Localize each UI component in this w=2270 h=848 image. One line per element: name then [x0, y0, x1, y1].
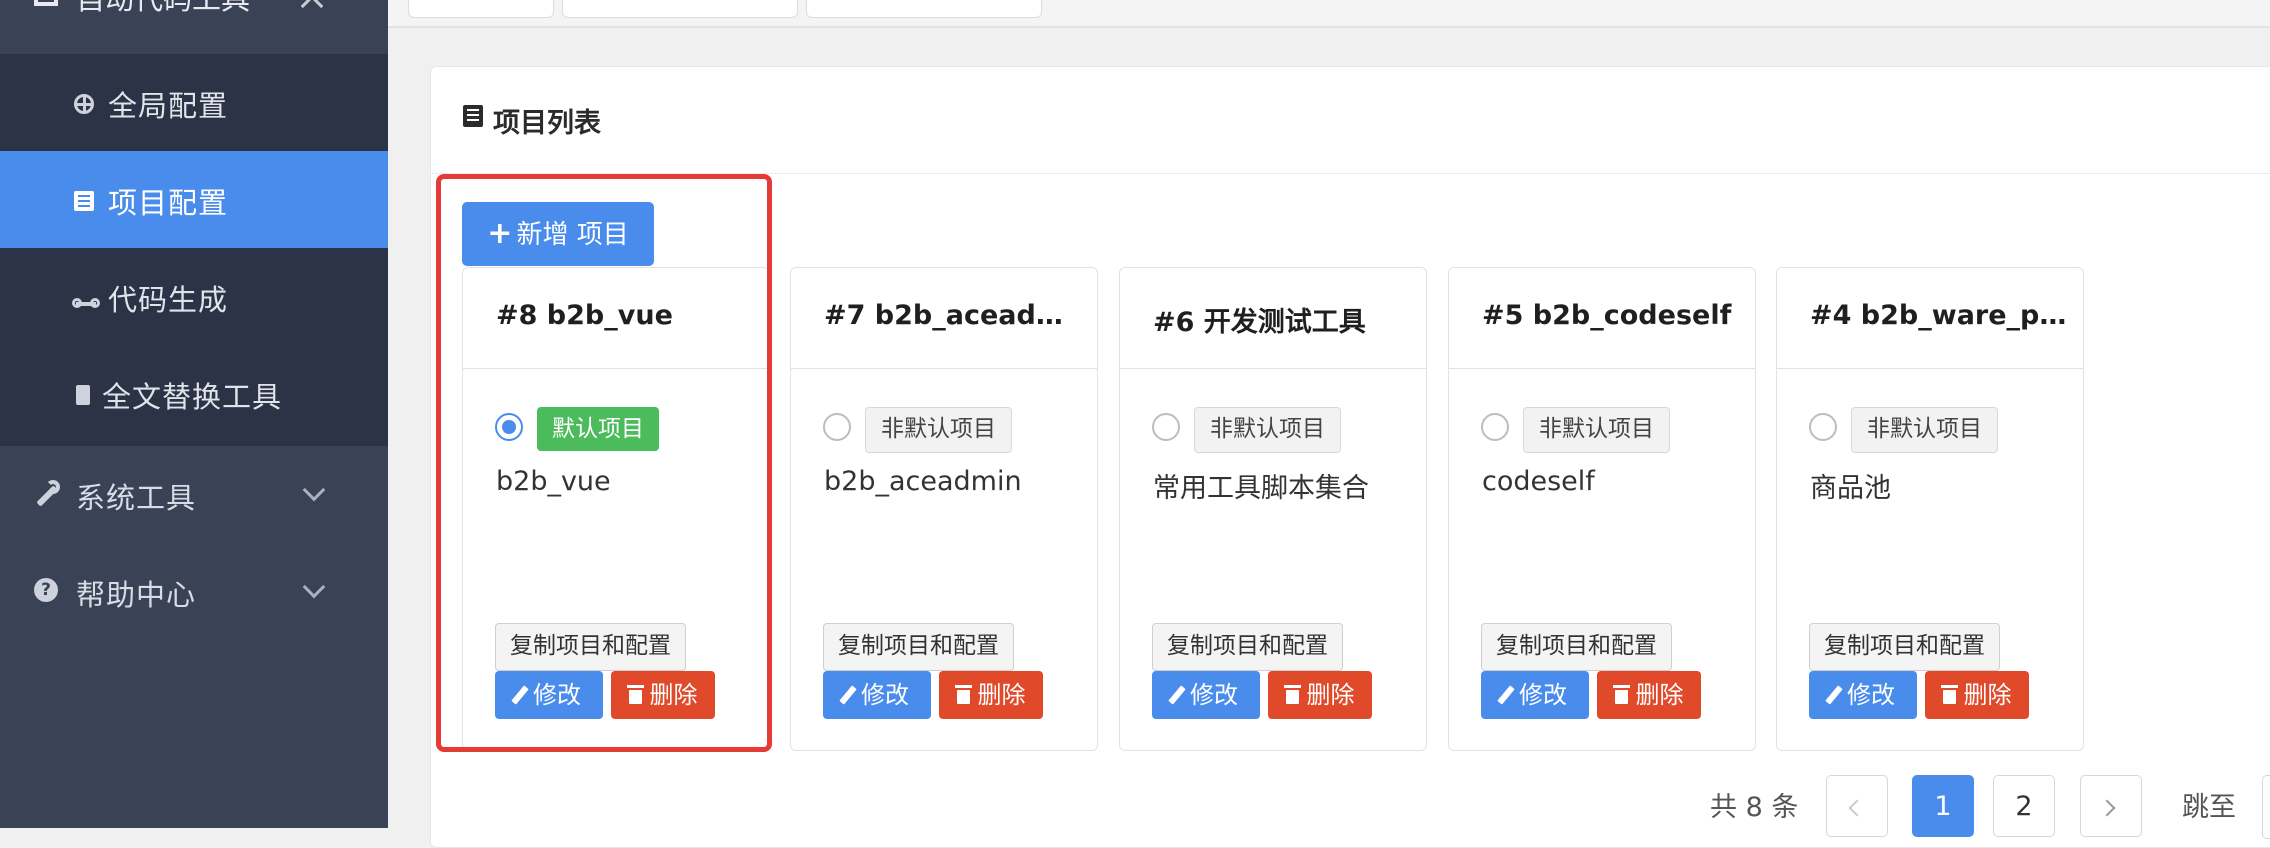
status-badge: 非默认项目 [1851, 407, 1998, 453]
trash-icon [954, 685, 972, 704]
default-project-radio[interactable] [1809, 413, 1837, 441]
project-card: #4 b2b_ware_pool 非默认项目 商品池 复制项目和配置 修改 删除 [1776, 267, 2084, 751]
delete-label: 删除 [1963, 681, 2012, 709]
card-header: #4 b2b_ware_pool [1777, 268, 2083, 369]
trash-icon [1940, 685, 1958, 704]
project-description: 常用工具脚本集合 [1153, 473, 1369, 504]
status-badge: 非默认项目 [1194, 407, 1341, 453]
project-card: #6 开发测试工具 非默认项目 常用工具脚本集合 复制项目和配置 修改 删除 [1119, 267, 1427, 751]
edit-button[interactable]: 修改 [1481, 671, 1589, 719]
delete-button[interactable]: 删除 [939, 671, 1043, 719]
toolbar-button[interactable] [806, 0, 1042, 18]
status-badge: 非默认项目 [1523, 407, 1670, 453]
project-description: b2b_aceadmin [824, 466, 1022, 497]
highlight-box [436, 174, 772, 752]
toolbar-button[interactable] [562, 0, 798, 18]
pencil-icon [1168, 685, 1186, 705]
copy-project-button[interactable]: 复制项目和配置 [1152, 623, 1343, 671]
delete-button[interactable]: 删除 [1597, 671, 1701, 719]
project-description: 商品池 [1810, 473, 1891, 504]
project-title: #7 b2b_aceadmin [824, 300, 1084, 331]
sidebar-group-label: 自动代码工具 [76, 0, 250, 18]
edit-button[interactable]: 修改 [1152, 671, 1260, 719]
panel-header: 项目列表 [431, 67, 2270, 174]
sidebar-item-global-config[interactable]: 全局配置 [0, 54, 388, 151]
sidebar-item-replace-tool[interactable]: 全文替换工具 [0, 345, 388, 442]
monitor-icon [34, 0, 58, 6]
delete-label: 删除 [1306, 681, 1355, 709]
sidebar-item-code-gen[interactable]: 代码生成 [0, 248, 388, 345]
project-card: #5 b2b_codeself 非默认项目 codeself 复制项目和配置 修… [1448, 267, 1756, 751]
sidebar-group-label: 系统工具 [76, 481, 197, 515]
wrench-icon [34, 480, 60, 506]
edit-button[interactable]: 修改 [823, 671, 931, 719]
file-icon [76, 385, 90, 405]
edit-label: 修改 [1519, 681, 1567, 709]
sidebar-group-system-tools[interactable]: 系统工具 [0, 446, 388, 543]
sidebar-group-label: 帮助中心 [76, 578, 197, 612]
sidebar-group-help-center[interactable]: ? 帮助中心 [0, 543, 388, 640]
bicycle-icon [72, 294, 100, 308]
edit-label: 修改 [1190, 681, 1238, 709]
delete-label: 删除 [977, 681, 1026, 709]
chevron-up-icon [300, 0, 324, 18]
project-title: #4 b2b_ware_pool [1810, 300, 2070, 331]
default-project-radio[interactable] [1481, 413, 1509, 441]
sidebar-item-label: 全文替换工具 [102, 380, 283, 414]
sidebar-item-project-config[interactable]: 项目配置 [0, 151, 388, 248]
edit-label: 修改 [861, 681, 909, 709]
list-icon [74, 191, 94, 211]
delete-button[interactable]: 删除 [1925, 671, 2029, 719]
card-header: #6 开发测试工具 [1120, 268, 1426, 369]
chevron-down-icon [302, 478, 326, 502]
chevron-right-icon [2098, 799, 2116, 817]
pencil-icon [1497, 685, 1515, 705]
sidebar-item-label: 代码生成 [108, 283, 229, 317]
help-icon: ? [34, 578, 58, 602]
chevron-down-icon [302, 575, 326, 599]
pagination-jump-input[interactable] [2262, 775, 2270, 839]
project-description: codeself [1482, 466, 1595, 497]
sidebar-group-auto-code[interactable]: 自动代码工具 [0, 0, 388, 54]
list-icon [463, 105, 483, 127]
default-project-radio[interactable] [823, 413, 851, 441]
project-title: #6 开发测试工具 [1153, 307, 1366, 338]
default-project-radio[interactable] [1152, 413, 1180, 441]
copy-project-button[interactable]: 复制项目和配置 [1481, 623, 1672, 671]
status-badge: 非默认项目 [865, 407, 1012, 453]
delete-label: 删除 [1635, 681, 1684, 709]
card-header: #7 b2b_aceadmin [791, 268, 1097, 369]
pagination-total: 共 8 条 [1710, 792, 1799, 823]
edit-label: 修改 [1847, 681, 1895, 709]
toolbar-button[interactable] [408, 0, 554, 18]
page-title: 项目列表 [493, 108, 601, 139]
sidebar-item-label: 项目配置 [108, 186, 229, 220]
card-header: #5 b2b_codeself [1449, 268, 1755, 369]
project-card: #7 b2b_aceadmin 非默认项目 b2b_aceadmin 复制项目和… [790, 267, 1098, 751]
sidebar-item-label: 全局配置 [108, 89, 229, 123]
chevron-left-icon [1848, 799, 1866, 817]
sidebar: 自动代码工具 全局配置 项目配置 代码生成 全文替换工具 系统工具 ? 帮助中心 [0, 0, 388, 828]
delete-button[interactable]: 删除 [1268, 671, 1372, 719]
pagination-jump-label: 跳至 [2182, 792, 2236, 823]
globe-icon [74, 94, 94, 114]
trash-icon [1283, 685, 1301, 704]
copy-project-button[interactable]: 复制项目和配置 [1809, 623, 2000, 671]
edit-button[interactable]: 修改 [1809, 671, 1917, 719]
pencil-icon [1825, 685, 1843, 705]
sidebar-submenu: 全局配置 项目配置 代码生成 全文替换工具 [0, 54, 388, 446]
trash-icon [1612, 685, 1630, 704]
top-toolbar [388, 0, 2270, 28]
pencil-icon [839, 685, 857, 705]
project-title: #5 b2b_codeself [1482, 300, 1732, 331]
copy-project-button[interactable]: 复制项目和配置 [823, 623, 1014, 671]
